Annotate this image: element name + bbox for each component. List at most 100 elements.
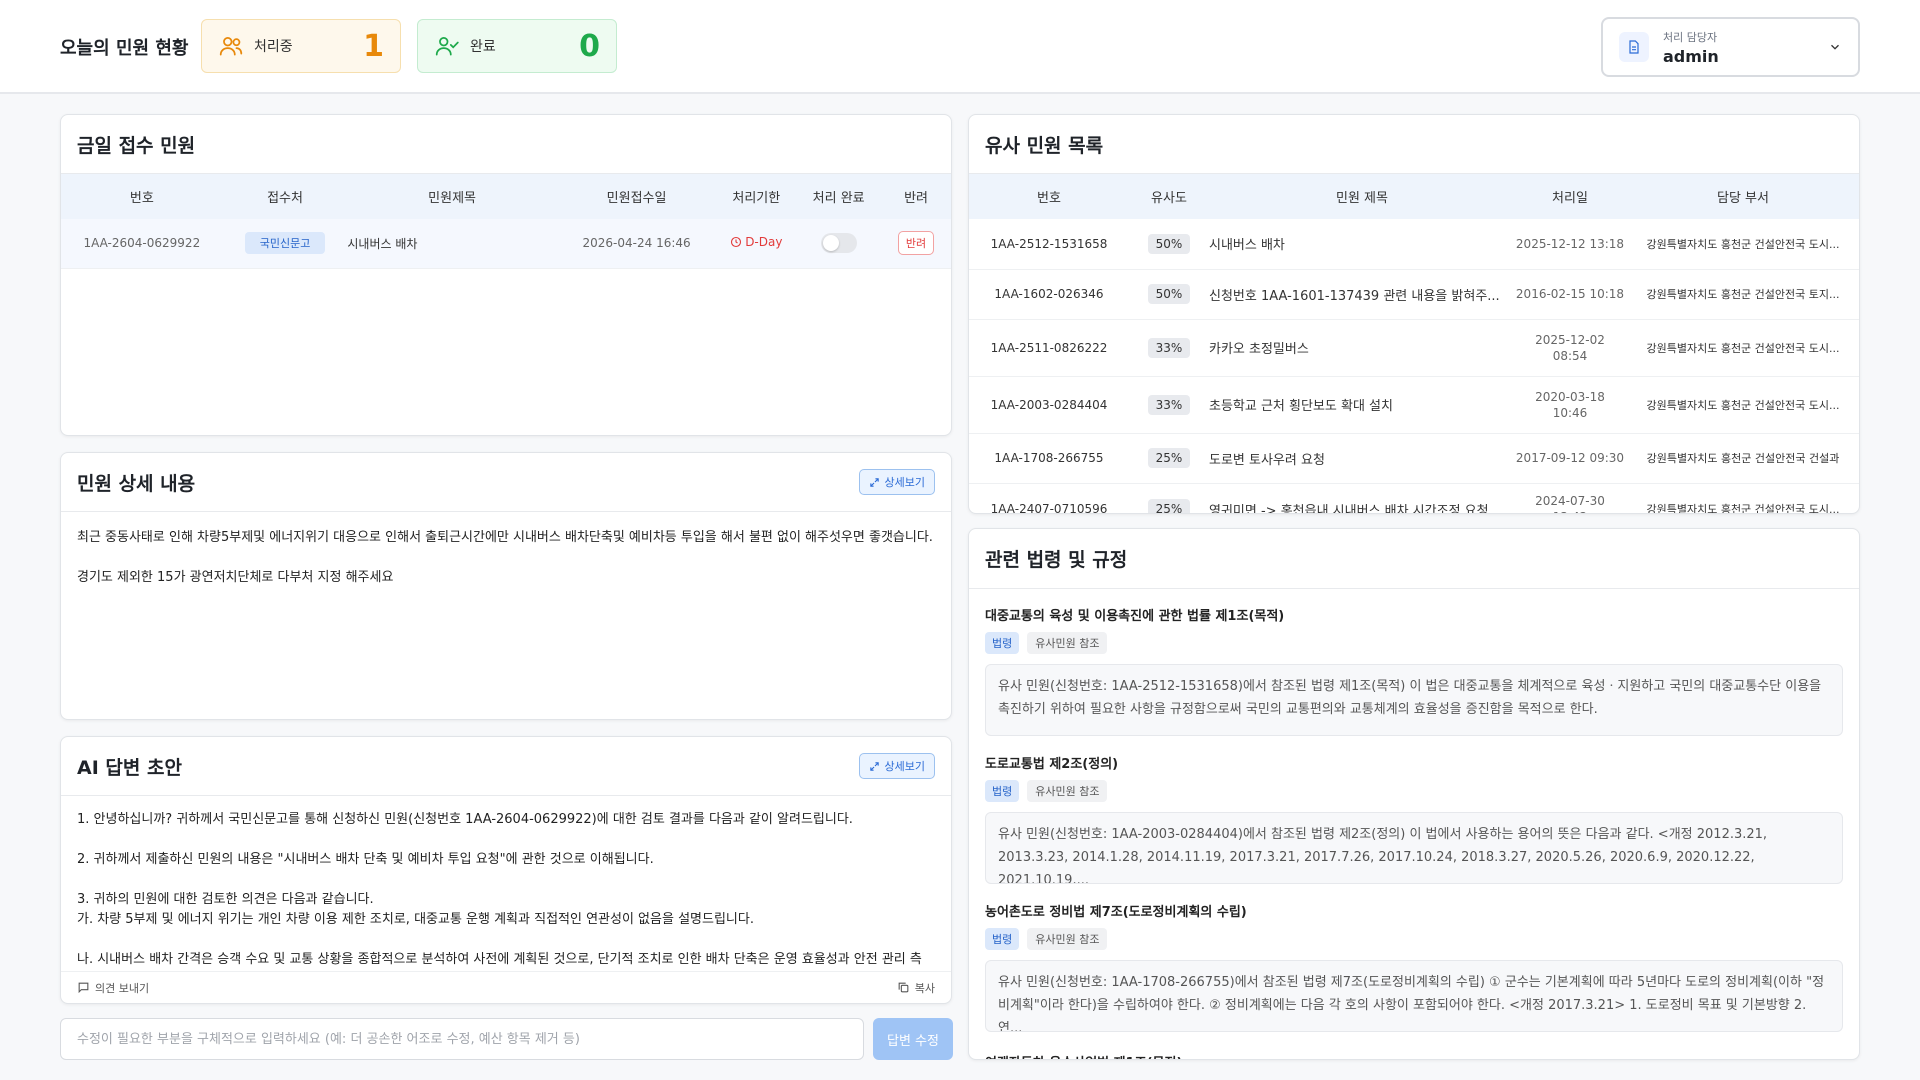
similarity-badge: 33%	[1147, 394, 1191, 415]
col-number: 번호	[969, 174, 1129, 219]
similarity-badge: 50%	[1147, 233, 1191, 254]
ai-line: 가. 차량 5부제 및 에너지 위기는 개인 차량 이용 제한 조치로, 대중교…	[77, 912, 754, 927]
col-date: 처리일	[1515, 174, 1625, 219]
col-deadline: 처리기한	[716, 174, 797, 219]
page-title: 오늘의 민원 현황	[60, 38, 189, 59]
similar-date-line: 2020-03-18	[1535, 389, 1605, 404]
revise-answer-button[interactable]: 답변 수정	[873, 1018, 953, 1060]
similar-title: 신청번호 1AA-1601-137439 관련 내용을 밝혀주...	[1209, 269, 1515, 320]
col-source: 접수처	[222, 174, 348, 219]
completed-count: 0	[579, 28, 600, 64]
similar-complaints-table: 번호 유사도 민원 제목 처리일 담당 부서 1AA-2512-1531658 5…	[969, 174, 1859, 513]
similar-number: 1AA-1708-266755	[969, 433, 1129, 484]
ai-line: 1. 안녕하십니까? 귀하께서 국민신문고를 통해 신청하신 민원(신청번호 1…	[77, 812, 853, 827]
table-row[interactable]: 1AA-1708-266755 25% 도로변 토사우려 요청 2017-09-12 …	[969, 433, 1859, 484]
similar-number: 1AA-2407-0710596	[969, 483, 1129, 513]
table-row[interactable]: 1AA-1602-026346 50% 신청번호 1AA-1601-137439 관…	[969, 269, 1859, 320]
law-title: 대중교통의 육성 및 이용촉진에 관한 법률 제1조(목적)	[985, 609, 1285, 624]
similar-title: 카카오 초정밀버스	[1209, 319, 1515, 377]
law-text: 유사 민원(신청번호: 1AA-1708-266755)에서 참조된 법령 제7…	[985, 960, 1843, 1032]
similar-complaints-panel: 유사 민원 목록 번호 유사도 민원 제목 처리일 담당 부서 1AA-2512…	[968, 114, 1860, 514]
similar-dept: 강원특별자치도 홍천군 건설안전국 도시...	[1625, 376, 1859, 434]
ai-detail-view-label: 상세보기	[884, 760, 925, 773]
similarity-badge: 25%	[1147, 499, 1191, 513]
complaint-number: 1AA-2604-0629922	[61, 219, 223, 269]
law-tag: 법령	[985, 780, 1020, 802]
detail-paragraph: 경기도 제외한 15가 광연저치단체로 다부처 지정 해주세요	[77, 570, 394, 585]
ai-draft-footer: 의견 보내기 복사	[61, 971, 951, 1003]
feedback-button[interactable]: 의견 보내기	[77, 980, 897, 996]
law-item[interactable]: 도로교통법 제2조(정의) 법령 유사민원 참조 유사 민원(신청번호: 1AA-20…	[969, 753, 1859, 884]
similar-title: 시내버스 배차	[1209, 219, 1515, 270]
ai-detail-view-button[interactable]: 상세보기	[858, 753, 935, 779]
col-title: 민원 제목	[1209, 174, 1515, 219]
detail-view-button[interactable]: 상세보기	[858, 469, 935, 495]
reject-button[interactable]: 반려	[897, 231, 935, 256]
complaint-detail-body: 최근 중동사태로 인해 차량5부제및 에너지위기 대응으로 인해서 출퇴근시간에…	[61, 512, 951, 624]
law-text: 유사 민원(신청번호: 1AA-2512-1531658)에서 참조된 법령 제…	[985, 664, 1843, 736]
clock-icon	[731, 237, 742, 248]
law-item[interactable]: 농어촌도로 정비법 제7조(도로정비계획의 수립) 법령 유사민원 참조 유사 민원(…	[969, 901, 1859, 1032]
law-tag: 법령	[985, 632, 1020, 654]
similar-date-line: 13:42	[1515, 509, 1625, 513]
message-icon	[78, 982, 89, 994]
revision-input[interactable]	[60, 1018, 864, 1060]
similar-number: 1AA-2511-0826222	[969, 319, 1129, 377]
similar-date: 2024-07-3013:42	[1515, 483, 1625, 513]
ai-draft-body: 1. 안녕하십니까? 귀하께서 국민신문고를 통해 신청하신 민원(신청번호 1…	[61, 796, 951, 972]
similar-dept: 강원특별자치도 홍천군 건설안전국 도시...	[1625, 483, 1859, 513]
received-complaints-panel: 금일 접수 민원 번호 접수처 민원제목 민원접수일 처리기한 처리 완료 반려…	[60, 114, 952, 436]
copy-icon	[898, 982, 909, 993]
assignee-select[interactable]: 처리 담당자 admin	[1601, 17, 1860, 77]
copy-label: 복사	[914, 981, 935, 995]
document-icon	[1619, 32, 1649, 62]
ai-draft-panel: AI 답변 초안 상세보기 1. 안녕하십니까? 귀하께서 국민신문고를 통해 …	[60, 736, 952, 1004]
similar-date: 2017-09-12 09:30	[1515, 433, 1625, 484]
similar-title: 도로변 토사우려 요청	[1209, 433, 1515, 484]
assignee-caption: 처리 담당자	[1663, 30, 1718, 44]
similar-number: 1AA-2512-1531658	[969, 219, 1129, 270]
law-title: 농어촌도로 정비법 제7조(도로정비계획의 수립)	[985, 905, 1247, 920]
ai-line: 3. 귀하의 민원에 대한 검토한 의견은 다음과 같습니다.	[77, 892, 374, 907]
completed-toggle[interactable]	[820, 233, 857, 254]
feedback-label: 의견 보내기	[95, 981, 150, 995]
expand-icon	[869, 761, 879, 771]
complaint-title: 시내버스 배차	[347, 219, 557, 269]
ai-draft-title: AI 답변 초안	[77, 756, 182, 779]
copy-button[interactable]: 복사	[897, 980, 935, 996]
processing-stat-card[interactable]: 처리중 1	[201, 19, 401, 73]
similar-dept: 강원특별자치도 홍천군 건설안전국 토지...	[1625, 269, 1859, 320]
similar-number: 1AA-2003-0284404	[969, 376, 1129, 434]
table-row[interactable]: 1AA-2512-1531658 50% 시내버스 배차 2025-12-12 13:…	[969, 219, 1859, 270]
law-item[interactable]: 여객자동차 운수사업법 제1조(목적)	[969, 1052, 1859, 1059]
table-row[interactable]: 1AA-2003-0284404 33% 초등학교 근처 횡단보도 확대 설치 202…	[969, 376, 1859, 434]
completed-stat-card[interactable]: 완료 0	[417, 19, 617, 73]
processing-label: 처리중	[254, 39, 293, 55]
revision-input-row: 답변 수정	[60, 1018, 953, 1060]
completed-label: 완료	[470, 39, 496, 55]
similarity-badge: 50%	[1147, 284, 1191, 304]
col-completed: 처리 완료	[796, 174, 882, 219]
deadline-badge: D-Day	[730, 235, 782, 249]
law-item[interactable]: 대중교통의 육성 및 이용촉진에 관한 법률 제1조(목적) 법령 유사민원 참조 유…	[969, 605, 1859, 736]
similar-complaints-title: 유사 민원 목록	[985, 134, 1104, 157]
similarity-badge: 25%	[1147, 448, 1191, 468]
received-complaints-title: 금일 접수 민원	[77, 134, 196, 157]
similar-dept: 강원특별자치도 홍천군 건설안전국 도시...	[1625, 219, 1859, 270]
similar-date: 2025-12-02 08:54	[1515, 319, 1625, 377]
similar-date-line: 08:54	[1552, 348, 1588, 363]
related-laws-panel: 관련 법령 및 규정 대중교통의 육성 및 이용촉진에 관한 법률 제1조(목적…	[968, 528, 1860, 1060]
deadline-text: D-Day	[745, 235, 783, 250]
received-complaints-table: 번호 접수처 민원제목 민원접수일 처리기한 처리 완료 반려 1AA-2604…	[61, 174, 951, 269]
reference-tag: 유사민원 참조	[1027, 780, 1108, 802]
table-row[interactable]: 1AA-2511-0826222 33% 카카오 초정밀버스 2025-12-02 08…	[969, 319, 1859, 377]
table-row[interactable]: 1AA-2407-0710596 25% 영귀미면 -> 홍천읍내 시내버스 배차 …	[969, 483, 1859, 513]
user-check-icon	[435, 37, 459, 56]
assignee-value: admin	[1663, 46, 1719, 66]
law-text: 유사 민원(신청번호: 1AA-2003-0284404)에서 참조된 법령 제…	[985, 812, 1843, 884]
similar-number: 1AA-1602-026346	[969, 269, 1129, 320]
table-row[interactable]: 1AA-2604-0629922 국민신문고 시내버스 배차 2026-04-2…	[61, 219, 951, 269]
similar-date: 2020-03-18 10:46	[1515, 376, 1625, 434]
users-icon	[219, 37, 243, 56]
processing-count: 1	[363, 28, 384, 64]
